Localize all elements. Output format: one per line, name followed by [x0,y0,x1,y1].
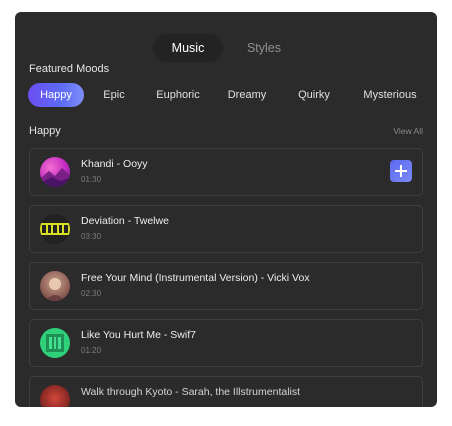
chip-dreamy[interactable]: Dreamy [225,83,269,107]
chip-euphoric[interactable]: Euphoric [154,83,202,107]
track-row[interactable]: Deviation - Twelwe 03:30 [29,205,423,253]
music-panel: Music Styles Featured Moods Happy Epic E… [15,12,437,407]
track-title: Khandi - Ooyy [81,158,148,170]
track-title: Walk through Kyoto - Sarah, the Illstrum… [81,386,301,398]
chip-epic[interactable]: Epic [98,83,130,107]
chip-quirky[interactable]: Quirky [294,83,334,107]
album-art [40,385,70,407]
album-art-graphic [40,214,70,244]
list-heading: Happy [29,125,61,137]
chip-mysterious[interactable]: Mysterious [358,83,422,107]
view-all-link[interactable]: View All [393,126,423,136]
mood-chips: Happy Epic Euphoric Dreamy Quirky Myster… [28,83,428,107]
tab-styles[interactable]: Styles [233,34,295,62]
track-duration: 02:30 [81,289,102,298]
featured-moods-heading: Featured Moods [29,63,110,75]
track-row[interactable]: Khandi - Ooyy 01:30 [29,148,423,196]
tab-bar: Music Styles [153,34,323,62]
album-art [40,157,70,187]
add-track-button[interactable] [390,160,412,182]
album-art-graphic [40,168,70,187]
album-art [40,328,70,358]
album-art [40,214,70,244]
track-title: Deviation - Twelwe [81,215,169,227]
chip-happy[interactable]: Happy [28,83,84,107]
track-title: Like You Hurt Me - Swif7 [81,329,196,341]
album-art [40,271,70,301]
track-duration: 03:30 [81,232,102,241]
track-row[interactable]: Walk through Kyoto - Sarah, the Illstrum… [29,376,423,407]
track-row[interactable]: Free Your Mind (Instrumental Version) - … [29,262,423,310]
track-duration: 01:20 [81,346,102,355]
track-duration: 01:30 [81,175,102,184]
album-art-graphic [45,278,65,301]
album-art-graphic [46,334,64,352]
track-title: Free Your Mind (Instrumental Version) - … [81,272,310,284]
tab-music[interactable]: Music [153,34,223,62]
track-row[interactable]: Like You Hurt Me - Swif7 01:20 [29,319,423,367]
